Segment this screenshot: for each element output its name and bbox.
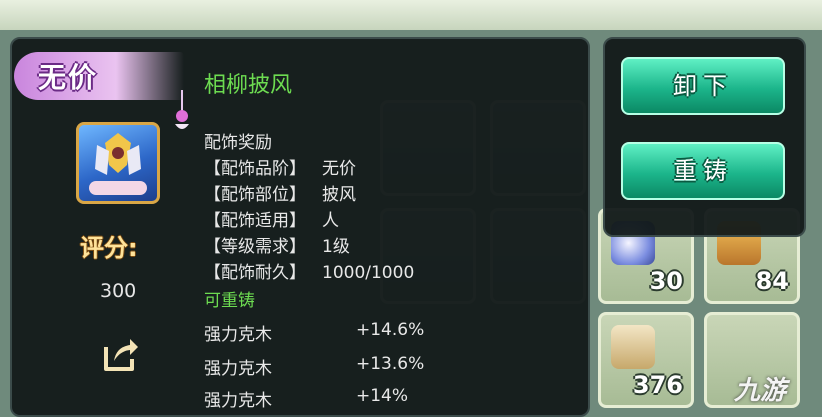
attribute-row: 【配饰品阶】 无价 [204,154,356,179]
attribute-row: 【等级需求】 1级 [204,232,350,257]
attribute-row: 【配饰耐久】 1000/1000 [204,258,414,283]
item-name: 相柳披风 [204,73,293,98]
pendant-ornament-icon [175,90,189,129]
attribute-row: 【配饰部位】 披风 [204,180,356,205]
slot-count: 376 [632,371,683,399]
attribute-key: 【配饰品阶】 [204,159,306,179]
rank-label: 无价 [38,61,99,94]
watermark-text: 九游 [734,376,787,406]
attribute-key: 【等级需求】 [204,237,306,257]
attribute-row: 【配饰适用】人 [204,206,339,231]
bonus-name: 强力克木 [204,391,272,411]
attribute-value: 人 [322,211,339,231]
attribute-key: 【配饰耐久】 [204,263,306,283]
item-icon[interactable] [76,122,160,204]
attribute-key: 【配饰部位】 [204,185,306,205]
slot-count: 84 [755,267,789,295]
bonus-value: +14.6% [356,320,425,340]
bonus-name: 强力克木 [204,325,272,345]
recast-button[interactable]: 重铸 [621,142,785,200]
unequip-button[interactable]: 卸下 [621,57,785,115]
slot-count: 30 [649,267,683,295]
share-icon[interactable] [100,333,140,373]
attribute-value: 无价 [322,159,356,179]
score-label: 评分: [80,234,138,262]
top-bar [0,0,822,30]
attribute-value: 披风 [322,185,356,205]
attribute-value: 1级 [322,237,350,257]
bonus-value: +13.6% [356,354,425,374]
section-title: 配饰奖励 [204,133,272,153]
attribute-value: 1000/1000 [322,263,415,283]
score-value: 300 [100,280,137,302]
attribute-key: 【配饰适用】 [204,211,306,231]
recast-label: 可重铸 [204,291,255,311]
bonus-name: 强力克木 [204,359,272,379]
bonus-value: +14% [356,386,409,406]
armor-icon [89,133,147,195]
scroll-icon [611,325,655,369]
inventory-slot[interactable]: 376 [598,312,694,408]
